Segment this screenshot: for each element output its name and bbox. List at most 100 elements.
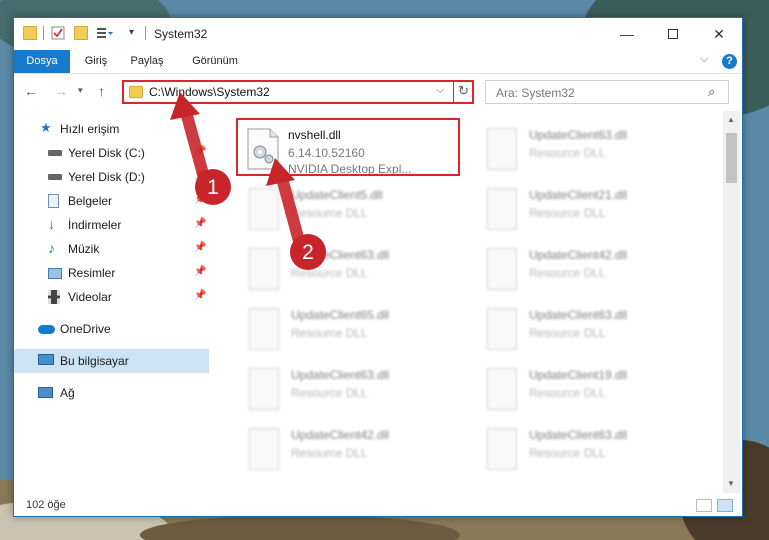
forward-arrow-icon[interactable]: → — [54, 83, 68, 99]
navigation-pane: ★ Hızlı erişim Yerel Disk (C:) 📌 Yerel D… — [14, 111, 209, 491]
recent-locations-icon[interactable]: ▾ — [78, 85, 83, 96]
file-description: Resource DLL — [291, 326, 368, 340]
highlight-box — [236, 118, 460, 176]
new-folder-icon[interactable] — [74, 26, 88, 40]
pin-icon[interactable]: 📌 — [194, 290, 206, 301]
scroll-down-icon[interactable]: ▼ — [727, 479, 735, 488]
status-bar: 102 öğe — [14, 496, 742, 516]
drive-icon — [48, 174, 62, 180]
drive-icon — [48, 150, 62, 156]
dll-file-icon — [249, 248, 279, 290]
sidebar-item-network[interactable]: Ağ — [14, 381, 209, 405]
file-item[interactable]: UpdateClient65.dll Resource DLL — [241, 300, 461, 360]
network-icon — [38, 387, 53, 398]
file-description: Resource DLL — [529, 206, 606, 220]
sidebar-item-this-pc[interactable]: Bu bilgisayar — [14, 349, 209, 373]
vertical-scrollbar[interactable]: ▲ ▼ — [723, 111, 740, 493]
dll-file-icon — [487, 128, 517, 170]
up-arrow-icon[interactable]: ↑ — [98, 83, 105, 99]
file-item[interactable]: UpdateClient63.dll Resource DLL — [241, 360, 461, 420]
file-list: nvshell.dll 6.14.10.52160 NVIDIA Desktop… — [211, 111, 721, 493]
file-description: Resource DLL — [291, 206, 368, 220]
pin-icon[interactable]: 📌 — [194, 266, 206, 277]
file-item[interactable]: UpdateClient5.dll Resource DLL — [241, 180, 461, 240]
tab-share[interactable]: Paylaş — [122, 50, 172, 73]
file-item[interactable]: UpdateClient63.dll Resource DLL — [241, 240, 461, 300]
file-item[interactable]: UpdateClient42.dll Resource DLL — [241, 420, 461, 480]
dll-file-icon — [487, 368, 517, 410]
file-name: UpdateClient21.dll — [529, 188, 628, 202]
pin-icon[interactable]: 📌 — [194, 146, 206, 157]
close-button[interactable]: ✕ — [696, 18, 742, 50]
sidebar-item-label: Belgeler — [68, 194, 113, 208]
file-item[interactable]: UpdateClient63.dll Resource DLL — [479, 420, 699, 480]
maximize-button[interactable] — [650, 18, 696, 50]
window-title: System32 — [154, 27, 208, 41]
ribbon-tabs: Dosya Giriş Paylaş Görünüm ⌵ ? — [14, 50, 742, 74]
divider — [145, 26, 146, 40]
sidebar-item-videos[interactable]: Videolar 📌 — [14, 285, 209, 309]
cloud-icon — [38, 325, 55, 334]
divider — [453, 82, 454, 102]
properties-icon[interactable] — [51, 26, 65, 40]
file-item[interactable]: UpdateClient42.dll Resource DLL — [479, 240, 699, 300]
sidebar-item-label: Müzik — [68, 242, 100, 256]
sidebar-item-quick-access[interactable]: ★ Hızlı erişim — [14, 117, 209, 141]
customize-toolbar-icon[interactable] — [96, 26, 114, 40]
scroll-up-icon[interactable]: ▲ — [727, 115, 735, 124]
dll-file-icon — [249, 188, 279, 230]
dll-file-icon — [487, 188, 517, 230]
file-name: UpdateClient63.dll — [529, 428, 628, 442]
pin-icon[interactable]: 📌 — [194, 194, 206, 205]
navigation-bar: ← → ▾ ↑ C:\Windows\System32 ⌵ ↻ Ara: Sys… — [14, 75, 742, 109]
address-path[interactable]: C:\Windows\System32 — [149, 85, 270, 99]
sidebar-item-label: Ağ — [60, 386, 75, 400]
quick-access-dropdown-icon[interactable]: ▾ — [129, 27, 134, 38]
file-description: Resource DLL — [291, 266, 368, 280]
sidebar-item-label: Hızlı erişim — [60, 122, 120, 136]
documents-icon — [48, 194, 59, 208]
folder-icon — [129, 86, 143, 98]
address-history-icon[interactable]: ⌵ — [436, 84, 444, 97]
pin-icon[interactable]: 📌 — [194, 170, 206, 181]
sidebar-item-label: OneDrive — [60, 322, 111, 336]
sidebar-item-label: Yerel Disk (D:) — [68, 170, 145, 184]
file-name: UpdateClient63.dll — [291, 368, 390, 382]
sidebar-item-music[interactable]: ♪ Müzik 📌 — [14, 237, 209, 261]
sidebar-item-onedrive[interactable]: OneDrive — [14, 317, 209, 341]
address-bar[interactable]: C:\Windows\System32 ⌵ ↻ — [122, 80, 474, 104]
sidebar-item-label: Videolar — [68, 290, 112, 304]
sidebar-item-documents[interactable]: Belgeler 📌 — [14, 189, 209, 213]
tab-home[interactable]: Giriş — [74, 50, 118, 73]
expand-ribbon-icon[interactable]: ⌵ — [700, 53, 708, 66]
file-name: UpdateClient63.dll — [529, 308, 628, 322]
explorer-window: ▾ System32 — ✕ Dosya Giriş Paylaş Görünü… — [13, 17, 743, 517]
file-item[interactable]: UpdateClient63.dll Resource DLL — [479, 120, 699, 180]
sidebar-item-drive-d[interactable]: Yerel Disk (D:) 📌 — [14, 165, 209, 189]
large-icons-view-icon[interactable] — [717, 499, 733, 512]
sidebar-item-drive-c[interactable]: Yerel Disk (C:) 📌 — [14, 141, 209, 165]
tab-file[interactable]: Dosya — [14, 50, 70, 73]
file-description: Resource DLL — [529, 266, 606, 280]
file-item[interactable]: UpdateClient19.dll Resource DLL — [479, 360, 699, 420]
pin-icon[interactable]: 📌 — [194, 242, 206, 253]
tab-view[interactable]: Görünüm — [182, 50, 248, 73]
file-description: Resource DLL — [291, 386, 368, 400]
download-icon: ↓ — [48, 216, 55, 232]
pin-icon[interactable]: 📌 — [194, 218, 206, 229]
search-input[interactable]: Ara: System32 ⌕ — [485, 80, 729, 104]
sidebar-item-pictures[interactable]: Resimler 📌 — [14, 261, 209, 285]
file-description: Resource DLL — [291, 446, 368, 460]
file-name: UpdateClient19.dll — [529, 368, 628, 382]
back-arrow-icon[interactable]: ← — [24, 83, 38, 99]
sidebar-item-downloads[interactable]: ↓ İndirmeler 📌 — [14, 213, 209, 237]
details-view-icon[interactable] — [696, 499, 712, 512]
file-item[interactable]: UpdateClient21.dll Resource DLL — [479, 180, 699, 240]
file-name: UpdateClient63.dll — [291, 248, 390, 262]
scroll-thumb[interactable] — [726, 133, 737, 183]
refresh-icon[interactable]: ↻ — [458, 83, 469, 99]
file-item[interactable]: UpdateClient63.dll Resource DLL — [479, 300, 699, 360]
minimize-button[interactable]: — — [604, 18, 650, 50]
help-button[interactable]: ? — [722, 54, 737, 69]
search-icon[interactable]: ⌕ — [708, 84, 715, 100]
